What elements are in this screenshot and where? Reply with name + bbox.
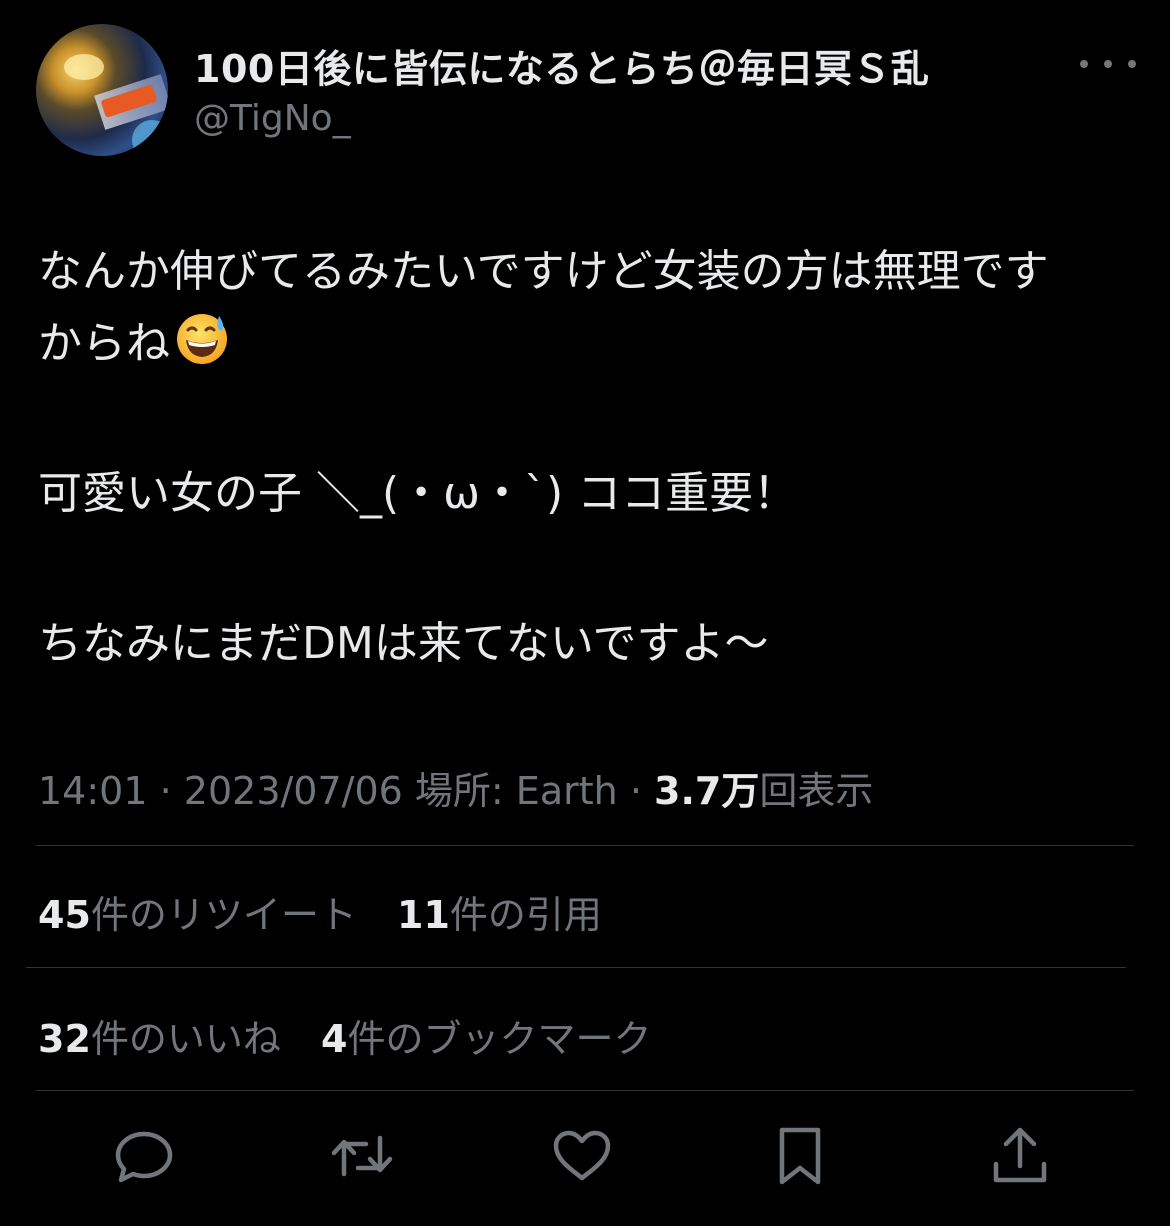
tweet-line: からね [38, 308, 1148, 380]
likes-stat[interactable]: 32件のいいね [38, 1017, 281, 1061]
tweet-line: 可愛い女の子 ＼_(・ω・`) ココ重要！ [38, 468, 798, 519]
quotes-label: 件の引用 [449, 893, 602, 937]
avatar-highlight [64, 54, 104, 80]
tweet-line: なんか伸びてるみたいですけど女装の方は無理です [38, 246, 1049, 297]
views-label: 回表示 [759, 769, 874, 813]
stats-row-likes: 32件のいいね 4件のブックマーク [38, 1008, 679, 1063]
more-dot-icon [1128, 60, 1136, 68]
tweet-meta: 14:01 · 2023/07/06 場所: Earth · 3.7万回表示 [38, 760, 873, 815]
bookmark-icon [779, 1127, 821, 1185]
more-dot-icon [1080, 60, 1088, 68]
views-count: 3.7万 [654, 769, 760, 813]
share-icon [993, 1127, 1047, 1183]
share-button[interactable] [988, 1124, 1052, 1188]
tweet-date[interactable]: 2023/07/06 [184, 769, 403, 813]
bookmarks-count: 4 [321, 1017, 348, 1061]
stats-row-retweets: 45件のリツイート 11件の引用 [38, 884, 630, 939]
divider [26, 967, 1126, 968]
retweets-stat[interactable]: 45件のリツイート [38, 893, 357, 937]
tweet-text: なんか伸びてるみたいですけど女装の方は無理です からね 可愛い女の子 ＼_(・ω… [38, 236, 1148, 680]
retweets-count: 45 [38, 893, 91, 937]
tweet-line: ちなみにまだDMは来てないですよ〜 [38, 618, 769, 669]
meta-separator: · [159, 769, 172, 813]
divider [36, 1090, 1134, 1091]
divider [36, 845, 1134, 846]
quotes-count: 11 [397, 893, 450, 937]
tweet-location[interactable]: 場所: Earth [415, 769, 618, 813]
more-options-button[interactable] [1080, 52, 1136, 76]
avatar-accent [132, 120, 168, 156]
tweet-time[interactable]: 14:01 [38, 769, 148, 813]
likes-label: 件のいいね [90, 1017, 281, 1061]
likes-count: 32 [38, 1017, 91, 1061]
reply-icon [115, 1131, 173, 1183]
bookmark-button[interactable] [768, 1124, 832, 1188]
author-handle[interactable]: @TigNo_ [194, 98, 351, 139]
tweet-line-text: からね [38, 318, 170, 369]
like-button[interactable] [550, 1124, 614, 1188]
meta-separator: · [629, 769, 642, 813]
retweet-button[interactable] [330, 1124, 394, 1188]
grinning-face-with-sweat-emoji [174, 310, 230, 366]
like-icon [553, 1130, 611, 1181]
bookmarks-stat[interactable]: 4件のブックマーク [321, 1017, 651, 1061]
author-display-name[interactable]: 100日後に皆伝になるとらち＠毎日冥Ｓ乱 [194, 38, 929, 93]
avatar[interactable] [36, 24, 168, 156]
more-dot-icon [1104, 60, 1112, 68]
reply-button[interactable] [112, 1124, 176, 1188]
retweets-label: 件のリツイート [90, 893, 357, 937]
quotes-stat[interactable]: 11件の引用 [397, 893, 602, 937]
retweet-icon [331, 1135, 393, 1177]
tweet-detail: 100日後に皆伝になるとらち＠毎日冥Ｓ乱 @TigNo_ なんか伸びてるみたいで… [0, 0, 1170, 1226]
bookmarks-label: 件のブックマーク [347, 1017, 652, 1061]
